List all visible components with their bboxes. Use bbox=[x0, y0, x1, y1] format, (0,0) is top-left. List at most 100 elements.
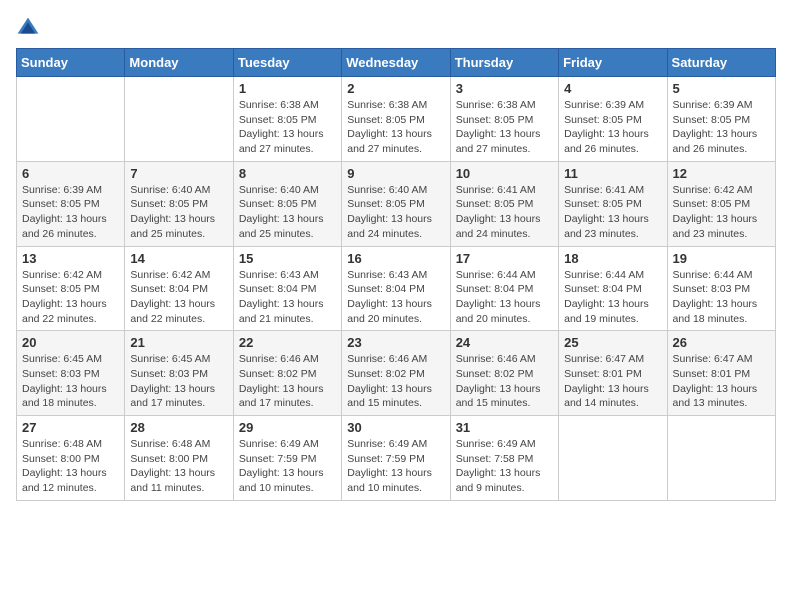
day-info: Sunrise: 6:38 AM Sunset: 8:05 PM Dayligh… bbox=[456, 98, 553, 157]
day-number: 8 bbox=[239, 166, 336, 181]
calendar-cell: 27Sunrise: 6:48 AM Sunset: 8:00 PM Dayli… bbox=[17, 416, 125, 501]
calendar-cell: 17Sunrise: 6:44 AM Sunset: 8:04 PM Dayli… bbox=[450, 246, 558, 331]
day-number: 7 bbox=[130, 166, 227, 181]
day-info: Sunrise: 6:44 AM Sunset: 8:04 PM Dayligh… bbox=[456, 268, 553, 327]
day-number: 9 bbox=[347, 166, 444, 181]
calendar-cell: 6 Sunrise: 6:39 AM Sunset: 8:05 PM Daylig… bbox=[17, 161, 125, 246]
day-info: Sunrise: 6:38 AM Sunset: 8:05 PM Dayligh… bbox=[347, 98, 444, 157]
day-number: 23 bbox=[347, 335, 444, 350]
day-number: 3 bbox=[456, 81, 553, 96]
calendar-cell: 16 Sunrise: 6:43 AM Sunset: 8:04 PM Dayli… bbox=[342, 246, 450, 331]
column-header-sunday: Sunday bbox=[17, 49, 125, 77]
calendar-cell: 15Sunrise: 6:43 AM Sunset: 8:04 PM Dayli… bbox=[233, 246, 341, 331]
day-info: Sunrise: 6:46 AM Sunset: 8:02 PM Dayligh… bbox=[456, 352, 553, 411]
day-info: Sunrise: 6:43 AM Sunset: 8:04 PM Dayligh… bbox=[239, 268, 336, 327]
day-info: Sunrise: 6:40 AM Sunset: 8:05 PM Dayligh… bbox=[239, 183, 336, 242]
day-info: Sunrise: 6:46 AM Sunset: 8:02 PM Dayligh… bbox=[239, 352, 336, 411]
column-header-wednesday: Wednesday bbox=[342, 49, 450, 77]
calendar-cell: 21 Sunrise: 6:45 AM Sunset: 8:03 PM Dayli… bbox=[125, 331, 233, 416]
calendar-cell: 18 Sunrise: 6:44 AM Sunset: 8:04 PM Dayli… bbox=[559, 246, 667, 331]
calendar-cell: 30 Sunrise: 6:49 AM Sunset: 7:59 PM Dayli… bbox=[342, 416, 450, 501]
day-number: 27 bbox=[22, 420, 119, 435]
day-number: 22 bbox=[239, 335, 336, 350]
day-info: Sunrise: 6:42 AM Sunset: 8:04 PM Dayligh… bbox=[130, 268, 227, 327]
calendar-cell: 23 Sunrise: 6:46 AM Sunset: 8:02 PM Dayli… bbox=[342, 331, 450, 416]
calendar-cell bbox=[667, 416, 775, 501]
day-number: 19 bbox=[673, 251, 770, 266]
calendar-cell: 2 Sunrise: 6:38 AM Sunset: 8:05 PM Daylig… bbox=[342, 77, 450, 162]
calendar-week-row: 1 Sunrise: 6:38 AM Sunset: 8:05 PM Daylig… bbox=[17, 77, 776, 162]
day-number: 18 bbox=[564, 251, 661, 266]
column-header-monday: Monday bbox=[125, 49, 233, 77]
column-header-saturday: Saturday bbox=[667, 49, 775, 77]
day-number: 20 bbox=[22, 335, 119, 350]
calendar-cell bbox=[559, 416, 667, 501]
calendar-cell: 5Sunrise: 6:39 AM Sunset: 8:05 PM Daylig… bbox=[667, 77, 775, 162]
day-number: 2 bbox=[347, 81, 444, 96]
calendar-cell: 3 Sunrise: 6:38 AM Sunset: 8:05 PM Daylig… bbox=[450, 77, 558, 162]
day-info: Sunrise: 6:49 AM Sunset: 7:59 PM Dayligh… bbox=[347, 437, 444, 496]
calendar-cell: 31 Sunrise: 6:49 AM Sunset: 7:58 PM Dayli… bbox=[450, 416, 558, 501]
day-info: Sunrise: 6:39 AM Sunset: 8:05 PM Dayligh… bbox=[22, 183, 119, 242]
calendar-cell: 7 Sunrise: 6:40 AM Sunset: 8:05 PM Daylig… bbox=[125, 161, 233, 246]
calendar-cell: 22 Sunrise: 6:46 AM Sunset: 8:02 PM Dayli… bbox=[233, 331, 341, 416]
calendar-cell: 13 Sunrise: 6:42 AM Sunset: 8:05 PM Dayli… bbox=[17, 246, 125, 331]
day-info: Sunrise: 6:48 AM Sunset: 8:00 PM Dayligh… bbox=[130, 437, 227, 496]
logo bbox=[16, 16, 44, 40]
day-info: Sunrise: 6:41 AM Sunset: 8:05 PM Dayligh… bbox=[456, 183, 553, 242]
calendar-cell: 25 Sunrise: 6:47 AM Sunset: 8:01 PM Dayli… bbox=[559, 331, 667, 416]
calendar-cell: 20Sunrise: 6:45 AM Sunset: 8:03 PM Dayli… bbox=[17, 331, 125, 416]
calendar-cell: 24 Sunrise: 6:46 AM Sunset: 8:02 PM Dayli… bbox=[450, 331, 558, 416]
day-info: Sunrise: 6:49 AM Sunset: 7:58 PM Dayligh… bbox=[456, 437, 553, 496]
page-header bbox=[16, 16, 776, 40]
day-number: 13 bbox=[22, 251, 119, 266]
day-number: 24 bbox=[456, 335, 553, 350]
day-info: Sunrise: 6:49 AM Sunset: 7:59 PM Dayligh… bbox=[239, 437, 336, 496]
day-number: 14 bbox=[130, 251, 227, 266]
calendar-cell: 8 Sunrise: 6:40 AM Sunset: 8:05 PM Daylig… bbox=[233, 161, 341, 246]
calendar-cell: 1 Sunrise: 6:38 AM Sunset: 8:05 PM Daylig… bbox=[233, 77, 341, 162]
day-info: Sunrise: 6:42 AM Sunset: 8:05 PM Dayligh… bbox=[22, 268, 119, 327]
calendar-table: SundayMondayTuesdayWednesdayThursdayFrid… bbox=[16, 48, 776, 501]
calendar-week-row: 27 Sunrise: 6:48 AM Sunset: 8:00 PM Dayli… bbox=[17, 416, 776, 501]
day-number: 29 bbox=[239, 420, 336, 435]
column-header-tuesday: Tuesday bbox=[233, 49, 341, 77]
calendar-cell: 10 Sunrise: 6:41 AM Sunset: 8:05 PM Dayli… bbox=[450, 161, 558, 246]
day-info: Sunrise: 6:46 AM Sunset: 8:02 PM Dayligh… bbox=[347, 352, 444, 411]
day-info: Sunrise: 6:41 AM Sunset: 8:05 PM Dayligh… bbox=[564, 183, 661, 242]
calendar-header-row: SundayMondayTuesdayWednesdayThursdayFrid… bbox=[17, 49, 776, 77]
calendar-cell: 29 Sunrise: 6:49 AM Sunset: 7:59 PM Dayli… bbox=[233, 416, 341, 501]
day-info: Sunrise: 6:44 AM Sunset: 8:04 PM Dayligh… bbox=[564, 268, 661, 327]
calendar-cell: 26Sunrise: 6:47 AM Sunset: 8:01 PM Dayli… bbox=[667, 331, 775, 416]
day-info: Sunrise: 6:38 AM Sunset: 8:05 PM Dayligh… bbox=[239, 98, 336, 157]
day-number: 4 bbox=[564, 81, 661, 96]
calendar-cell: 14 Sunrise: 6:42 AM Sunset: 8:04 PM Dayli… bbox=[125, 246, 233, 331]
day-number: 31 bbox=[456, 420, 553, 435]
day-number: 16 bbox=[347, 251, 444, 266]
calendar-cell bbox=[17, 77, 125, 162]
day-number: 5 bbox=[673, 81, 770, 96]
day-info: Sunrise: 6:45 AM Sunset: 8:03 PM Dayligh… bbox=[130, 352, 227, 411]
day-number: 21 bbox=[130, 335, 227, 350]
day-info: Sunrise: 6:40 AM Sunset: 8:05 PM Dayligh… bbox=[347, 183, 444, 242]
day-info: Sunrise: 6:39 AM Sunset: 8:05 PM Dayligh… bbox=[564, 98, 661, 157]
day-number: 1 bbox=[239, 81, 336, 96]
calendar-cell: 19Sunrise: 6:44 AM Sunset: 8:03 PM Dayli… bbox=[667, 246, 775, 331]
day-info: Sunrise: 6:47 AM Sunset: 8:01 PM Dayligh… bbox=[564, 352, 661, 411]
day-number: 30 bbox=[347, 420, 444, 435]
day-info: Sunrise: 6:40 AM Sunset: 8:05 PM Dayligh… bbox=[130, 183, 227, 242]
calendar-cell: 9 Sunrise: 6:40 AM Sunset: 8:05 PM Daylig… bbox=[342, 161, 450, 246]
column-header-friday: Friday bbox=[559, 49, 667, 77]
calendar-cell: 4 Sunrise: 6:39 AM Sunset: 8:05 PM Daylig… bbox=[559, 77, 667, 162]
day-number: 25 bbox=[564, 335, 661, 350]
day-info: Sunrise: 6:47 AM Sunset: 8:01 PM Dayligh… bbox=[673, 352, 770, 411]
calendar-week-row: 6 Sunrise: 6:39 AM Sunset: 8:05 PM Daylig… bbox=[17, 161, 776, 246]
calendar-cell: 11 Sunrise: 6:41 AM Sunset: 8:05 PM Dayli… bbox=[559, 161, 667, 246]
calendar-cell: 28Sunrise: 6:48 AM Sunset: 8:00 PM Dayli… bbox=[125, 416, 233, 501]
day-number: 6 bbox=[22, 166, 119, 181]
column-header-thursday: Thursday bbox=[450, 49, 558, 77]
calendar-week-row: 13 Sunrise: 6:42 AM Sunset: 8:05 PM Dayli… bbox=[17, 246, 776, 331]
day-info: Sunrise: 6:43 AM Sunset: 8:04 PM Dayligh… bbox=[347, 268, 444, 327]
day-number: 11 bbox=[564, 166, 661, 181]
day-number: 10 bbox=[456, 166, 553, 181]
